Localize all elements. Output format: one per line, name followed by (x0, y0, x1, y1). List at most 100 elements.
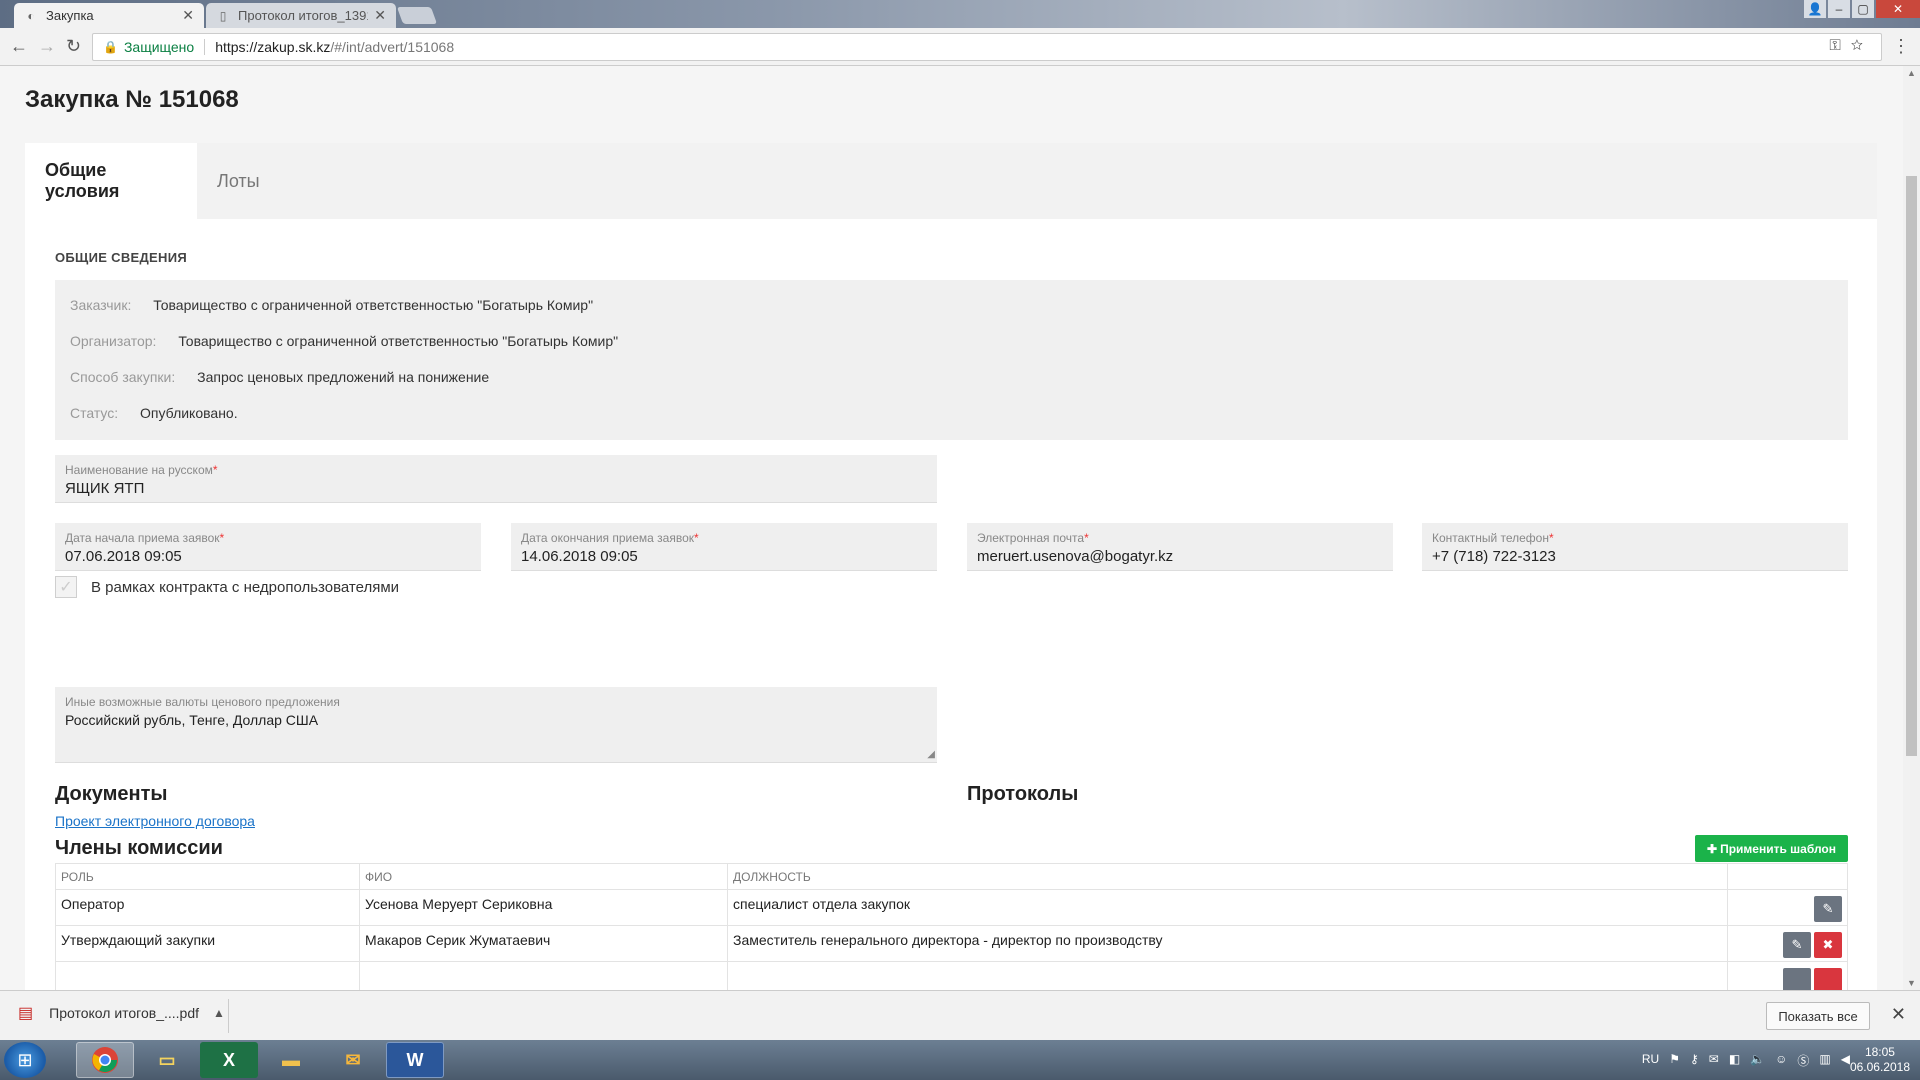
chrome-logo-icon (92, 1047, 118, 1073)
browser-menu-icon[interactable]: ⋮ (1892, 36, 1910, 57)
cell-position: Заместитель генерального директора - дир… (727, 925, 1728, 962)
field-label: Дата окончания приема заявок* (521, 531, 699, 545)
contract-draft-link[interactable]: Проект электронного договора (55, 813, 255, 829)
word-taskbar-icon[interactable]: W (386, 1042, 444, 1078)
back-arrow-icon[interactable]: ← (10, 36, 28, 57)
chevron-up-icon[interactable]: ▲ (213, 1006, 225, 1020)
chrome-taskbar-icon[interactable] (76, 1042, 134, 1078)
speaker-icon[interactable]: ◀ (1841, 1052, 1850, 1069)
row-actions (1733, 968, 1842, 990)
taskbar-clock[interactable]: 18:05 06.06.2018 (1850, 1045, 1910, 1075)
end-date-field[interactable]: Дата окончания приема заявок* 14.06.2018… (511, 523, 937, 571)
maximize-button[interactable]: ▢ (1852, 0, 1874, 18)
field-label: Дата начала приема заявок* (65, 531, 225, 545)
tab-label: Лоты (217, 170, 260, 191)
page-content: Закупка № 151068 Общие условия Лоты ОБЩИ… (0, 66, 1903, 990)
page-title: Закупка № 151068 (25, 86, 239, 113)
key-icon[interactable]: ⚿ (1829, 37, 1850, 54)
reload-icon[interactable]: ↻ (66, 36, 81, 57)
info-row-organizer: Организатор: Товарищество с ограниченной… (70, 333, 618, 349)
chat-icon[interactable]: ☺ (1775, 1052, 1787, 1069)
language-indicator[interactable]: RU (1642, 1052, 1659, 1069)
scroll-up-icon[interactable]: ▲ (1907, 68, 1916, 78)
url-host: https://zakup.sk.kz (215, 39, 331, 55)
mail-taskbar-icon[interactable]: ✉ (324, 1042, 382, 1078)
close-tab-icon[interactable]: ✕ (182, 7, 194, 24)
info-label: Статус: (70, 405, 119, 421)
divider (228, 999, 229, 1033)
info-value: Товарищество с ограниченной ответственно… (153, 297, 594, 313)
network-icon[interactable]: ▥ (1819, 1052, 1830, 1069)
explorer-taskbar-icon[interactable]: ▬ (262, 1042, 320, 1078)
row-actions: ✎ (1733, 896, 1842, 922)
field-label-text: Дата окончания приема заявок (521, 531, 694, 545)
url-input[interactable]: 🔒 Защищено https://zakup.sk.kz/#/int/adv… (92, 33, 1882, 61)
edit-icon[interactable] (1783, 968, 1811, 990)
cell-name (359, 961, 728, 990)
phone-field[interactable]: Контактный телефон* +7 (718) 722-3123 (1422, 523, 1848, 571)
sticky-notes-taskbar-icon[interactable]: ▭ (138, 1042, 196, 1078)
scrollbar-thumb[interactable] (1906, 176, 1917, 756)
cell-position: специалист отдела закупок (727, 889, 1728, 926)
field-value: meruert.usenova@bogatyr.kz (977, 548, 1174, 565)
excel-taskbar-icon[interactable]: X (200, 1042, 258, 1078)
browser-tab-protocol[interactable]: ▯ Протокол итогов_1391б ✕ (206, 3, 396, 28)
skype-icon[interactable]: Ⓢ (1797, 1052, 1809, 1069)
tab-lots[interactable]: Лоты (197, 143, 280, 219)
app-icon[interactable]: ◧ (1729, 1052, 1740, 1069)
key-icon[interactable]: ⚷ (1690, 1052, 1699, 1069)
new-tab-button[interactable] (396, 7, 438, 24)
documents-title: Документы (55, 783, 168, 805)
plus-icon: ✚ (1707, 841, 1718, 856)
info-row-method: Способ закупки: Запрос ценовых предложен… (70, 369, 489, 385)
browser-tab-zakupka[interactable]: ◐ Закупка ✕ (14, 3, 204, 28)
cell-role: Утверждающий закупки (55, 925, 360, 962)
column-header: ДОЛЖНОСТЬ (727, 863, 1728, 890)
field-label: Наименование на русском* (65, 463, 218, 477)
minimize-button[interactable]: – (1828, 0, 1850, 18)
general-info-box: Заказчик: Товарищество с ограниченной от… (55, 280, 1848, 440)
subsoil-contract-checkbox[interactable]: ✓ В рамках контракта с недропользователя… (55, 576, 399, 598)
cell-name: Макаров Серик Жуматаевич (359, 925, 728, 962)
cell-position (727, 961, 1728, 990)
browser-tab-title: Протокол итогов_1391б (238, 8, 368, 23)
page-scrollbar[interactable]: ▲ ▼ (1903, 66, 1920, 990)
tab-general-conditions[interactable]: Общие условия (25, 143, 197, 219)
omnibox-actions: ⚿☆ (1829, 37, 1873, 54)
show-all-button[interactable]: Показать все (1766, 1002, 1870, 1030)
checkbox-label: В рамках контракта с недропользователями (91, 578, 400, 596)
mail-icon[interactable]: ✉ (1709, 1052, 1719, 1069)
start-button[interactable]: ⊞ (4, 1042, 46, 1078)
close-icon[interactable]: ✕ (1891, 1004, 1906, 1025)
edit-icon[interactable]: ✎ (1814, 896, 1842, 922)
field-label: Иные возможные валюты ценового предложен… (65, 695, 340, 709)
download-item[interactable]: ▤ Протокол итогов_....pdf ▲ (18, 1003, 225, 1023)
scroll-down-icon[interactable]: ▼ (1907, 978, 1916, 988)
page-tabs: Общие условия Лоты (25, 143, 1877, 219)
delete-icon[interactable] (1814, 968, 1842, 990)
forward-arrow-icon[interactable]: → (38, 36, 56, 57)
info-row-status: Статус: Опубликовано. (70, 405, 238, 421)
bookmark-star-icon[interactable]: ☆ (1851, 37, 1873, 54)
currencies-textarea[interactable]: Иные возможные валюты ценового предложен… (55, 687, 937, 763)
table-row (55, 961, 1848, 990)
close-tab-icon[interactable]: ✕ (374, 7, 386, 24)
table-header-row: РОЛЬ ФИО ДОЛЖНОСТЬ (55, 863, 1848, 890)
email-field[interactable]: Электронная почта* meruert.usenova@bogat… (967, 523, 1393, 571)
name-ru-field[interactable]: Наименование на русском* ЯЩИК ЯТП (55, 455, 937, 503)
flag-icon[interactable]: ⚑ (1669, 1052, 1680, 1069)
edit-icon[interactable]: ✎ (1783, 932, 1811, 958)
checkbox-icon[interactable]: ✓ (55, 576, 77, 598)
info-label: Заказчик: (70, 297, 132, 313)
user-icon[interactable]: 👤 (1804, 0, 1826, 18)
window-close-button[interactable]: ✕ (1876, 0, 1920, 18)
apply-template-button[interactable]: ✚ Применить шаблон (1695, 835, 1848, 862)
start-date-field[interactable]: Дата начала приема заявок* 07.06.2018 09… (55, 523, 481, 571)
address-bar: ← → ↻ 🔒 Защищено https://zakup.sk.kz/#/i… (0, 28, 1920, 66)
delete-icon[interactable]: ✖ (1814, 932, 1842, 958)
resize-grip-icon[interactable]: ◢ (927, 749, 935, 760)
volume-icon[interactable]: 🔈 (1750, 1052, 1765, 1069)
info-label: Организатор: (70, 333, 157, 349)
column-header: РОЛЬ (55, 863, 360, 890)
download-filename: Протокол итогов_....pdf (49, 1005, 200, 1021)
